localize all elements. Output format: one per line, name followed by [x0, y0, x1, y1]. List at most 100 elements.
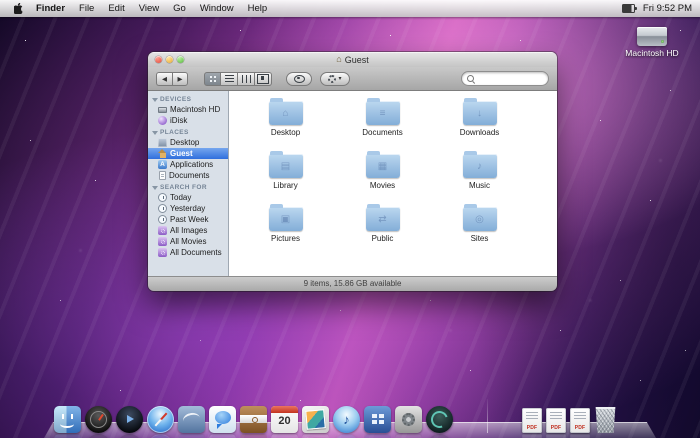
folder-pictures[interactable]: ▣ Pictures	[237, 207, 334, 243]
folder-music[interactable]: ♪ Music	[431, 154, 528, 190]
battery-icon[interactable]	[622, 4, 635, 13]
disclosure-triangle[interactable]	[152, 186, 158, 190]
quick-look-button[interactable]	[286, 72, 312, 86]
home-icon: ⌂	[336, 55, 341, 64]
sidebar-item-applications[interactable]: Applications	[148, 159, 228, 170]
menu-help[interactable]: Help	[241, 3, 275, 14]
forward-icon: ▶	[178, 76, 183, 83]
menu-window[interactable]: Window	[193, 3, 241, 14]
dock-finder-icon[interactable]	[54, 406, 81, 433]
forward-button[interactable]: ▶	[172, 72, 188, 86]
dock-separator	[487, 399, 488, 433]
dock-pdf-document-icon[interactable]: PDF	[546, 408, 566, 433]
status-bar: 9 items, 15.86 GB available	[148, 276, 557, 291]
sidebar: DEVICES Macintosh HD iDisk PLACES Deskto…	[148, 91, 229, 276]
menu-file[interactable]: File	[72, 3, 101, 14]
dock-dashboard-icon[interactable]	[85, 406, 112, 433]
sidebar-item-all-images[interactable]: All Images	[148, 225, 228, 236]
back-icon: ◀	[162, 76, 167, 83]
back-button[interactable]: ◀	[156, 72, 172, 86]
menu-view[interactable]: View	[132, 3, 166, 14]
eye-icon	[294, 75, 305, 83]
folder-desktop[interactable]: ⌂ Desktop	[237, 101, 334, 137]
list-view-button[interactable]	[221, 72, 238, 86]
search-icon	[467, 75, 474, 82]
home-icon	[158, 149, 167, 158]
close-button[interactable]	[155, 56, 162, 63]
dock-icons: 20 PDF PDF PDF	[44, 399, 656, 433]
list-view-icon	[225, 75, 234, 83]
gear-icon	[328, 75, 336, 83]
dock-safari-icon[interactable]	[147, 406, 174, 433]
window-controls	[155, 56, 184, 63]
disclosure-triangle[interactable]	[152, 98, 158, 102]
dock-preview-icon[interactable]	[302, 406, 329, 433]
dock: 20 PDF PDF PDF	[44, 390, 656, 438]
folder-icon: ↓	[463, 101, 497, 125]
minimize-button[interactable]	[166, 56, 173, 63]
dock-time-machine-icon[interactable]	[426, 406, 453, 433]
smart-folder-icon	[158, 237, 167, 246]
folder-public[interactable]: ⇄ Public	[334, 207, 431, 243]
action-menu-button[interactable]: ▾	[320, 72, 350, 86]
document-icon	[159, 171, 166, 180]
search-field[interactable]	[461, 71, 549, 86]
sidebar-item-all-movies[interactable]: All Movies	[148, 236, 228, 247]
folder-icon: ▣	[269, 207, 303, 231]
icon-view-button[interactable]	[204, 72, 221, 86]
sidebar-section-devices: DEVICES	[148, 93, 228, 104]
sidebar-section-search-for: SEARCH FOR	[148, 181, 228, 192]
folder-icon: ◎	[463, 207, 497, 231]
sidebar-item-today[interactable]: Today	[148, 192, 228, 203]
folder-view: ⌂ Desktop ≡ Documents ↓ Downloads ▤ Libr…	[229, 91, 557, 276]
search-input[interactable]	[474, 74, 545, 84]
clock-icon	[158, 204, 167, 213]
zoom-button[interactable]	[177, 56, 184, 63]
dock-pdf-document-icon[interactable]: PDF	[570, 408, 590, 433]
dock-front-row-icon[interactable]	[116, 406, 143, 433]
folder-documents[interactable]: ≡ Documents	[334, 101, 431, 137]
folder-sites[interactable]: ◎ Sites	[431, 207, 528, 243]
sidebar-item-desktop[interactable]: Desktop	[148, 137, 228, 148]
title-bar[interactable]: ⌂ Guest	[148, 52, 557, 67]
smart-folder-icon	[158, 226, 167, 235]
sidebar-item-past-week[interactable]: Past Week	[148, 214, 228, 225]
sidebar-item-yesterday[interactable]: Yesterday	[148, 203, 228, 214]
dock-ical-icon[interactable]: 20	[271, 406, 298, 433]
sidebar-item-documents[interactable]: Documents	[148, 170, 228, 181]
pdf-badge: PDF	[522, 425, 542, 431]
folder-downloads[interactable]: ↓ Downloads	[431, 101, 528, 137]
smart-folder-icon	[158, 248, 167, 257]
menu-clock[interactable]: Fri 9:52 PM	[643, 3, 692, 14]
dock-address-book-icon[interactable]	[240, 406, 267, 433]
sidebar-item-idisk[interactable]: iDisk	[148, 115, 228, 126]
clock-icon	[158, 193, 167, 202]
sidebar-item-guest[interactable]: Guest	[148, 148, 228, 159]
menu-go[interactable]: Go	[166, 3, 193, 14]
dock-system-preferences-icon[interactable]	[395, 406, 422, 433]
dock-ichat-icon[interactable]	[209, 406, 236, 433]
coverflow-view-button[interactable]	[255, 72, 272, 86]
icon-view-icon	[210, 76, 212, 78]
dock-trash-icon[interactable]	[594, 407, 617, 433]
status-text: 9 items, 15.86 GB available	[304, 279, 402, 288]
dock-pdf-document-icon[interactable]: PDF	[522, 408, 542, 433]
dock-mail-icon[interactable]	[178, 406, 205, 433]
desktop-volume-macintosh-hd[interactable]: Macintosh HD	[610, 27, 694, 58]
dock-spaces-icon[interactable]	[364, 406, 391, 433]
menu-finder[interactable]: Finder	[29, 3, 72, 14]
folder-library[interactable]: ▤ Library	[237, 154, 334, 190]
disclosure-triangle[interactable]	[152, 131, 158, 135]
folder-icon: ♪	[463, 154, 497, 178]
folder-movies[interactable]: ▦ Movies	[334, 154, 431, 190]
dock-itunes-icon[interactable]	[333, 406, 360, 433]
apple-menu[interactable]	[8, 3, 29, 14]
sidebar-item-macintosh-hd[interactable]: Macintosh HD	[148, 104, 228, 115]
applications-icon	[158, 160, 167, 169]
window-title: ⌂ Guest	[336, 55, 368, 65]
window-title-text: Guest	[345, 55, 369, 65]
hard-drive-icon	[637, 27, 667, 46]
menu-edit[interactable]: Edit	[101, 3, 131, 14]
sidebar-item-all-documents[interactable]: All Documents	[148, 247, 228, 258]
column-view-button[interactable]	[238, 72, 255, 86]
